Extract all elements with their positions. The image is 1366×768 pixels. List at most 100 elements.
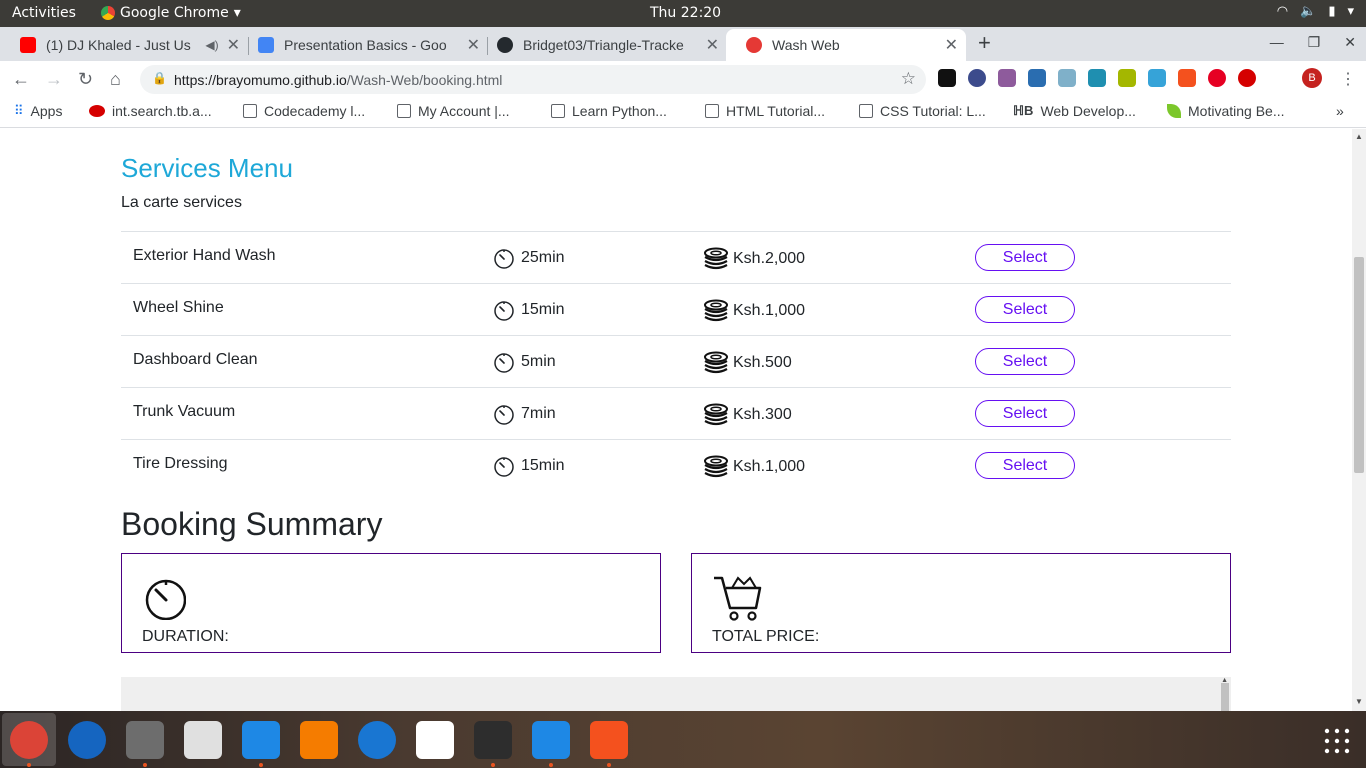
service-duration: 25min (493, 247, 565, 269)
rhythmbox-icon[interactable] (184, 721, 222, 759)
ubuntu-dock (0, 711, 1366, 768)
close-window-icon[interactable]: ✕ (1344, 34, 1356, 51)
bookmarks-overflow-icon[interactable]: » (1336, 103, 1344, 119)
tab-title: Wash Web (772, 37, 840, 53)
page-icon (551, 104, 565, 118)
tab-wash-web[interactable]: Wash Web ✕ (726, 29, 966, 61)
bookmark-item[interactable]: CSS Tutorial: L... (859, 103, 986, 119)
chrome-icon[interactable] (10, 721, 48, 759)
app-menu[interactable]: Google Chrome ▾ (101, 5, 241, 21)
back-icon[interactable]: ← (12, 69, 30, 90)
extension-icon[interactable] (1058, 69, 1076, 87)
system-tray[interactable]: ◠ 🔈 ▮ ▾ (1277, 4, 1354, 19)
tab-presentation[interactable]: Presentation Basics - Goo ✕ (238, 29, 488, 61)
select-button[interactable]: Select (975, 296, 1075, 323)
extension-icon[interactable] (1238, 69, 1256, 87)
tab-youtube[interactable]: (1) DJ Khaled - Just Us ◀) ✕ (0, 29, 248, 61)
service-duration: 5min (493, 351, 556, 373)
extension-icon[interactable] (968, 69, 986, 87)
close-icon[interactable]: ✕ (706, 35, 719, 55)
stopwatch-icon (145, 579, 186, 620)
extension-icon[interactable] (1028, 69, 1046, 87)
files-icon[interactable] (126, 721, 164, 759)
clock[interactable]: Thu 22:20 (650, 5, 721, 21)
select-button[interactable]: Select (975, 348, 1075, 375)
coins-icon (704, 351, 728, 374)
page-scrollbar[interactable]: ▲ ▼ (1352, 129, 1366, 711)
extension-icon[interactable] (1088, 69, 1106, 87)
bookmark-item[interactable]: My Account |... (397, 103, 510, 119)
select-button[interactable]: Select (975, 452, 1075, 479)
app-name: Google Chrome (120, 5, 229, 21)
scroll-down-icon[interactable]: ▼ (1355, 697, 1363, 706)
amazon-icon[interactable] (416, 721, 454, 759)
select-button[interactable]: Select (975, 400, 1075, 427)
tab-strip: (1) DJ Khaled - Just Us ◀) ✕ Presentatio… (0, 27, 1366, 61)
speaker-icon: ◀) (205, 38, 219, 52)
total-price-label: TOTAL PRICE: (712, 628, 820, 645)
new-tab-button[interactable]: + (978, 30, 991, 56)
running-indicator (143, 763, 147, 767)
tab-title: Bridget03/Triangle-Tracke (523, 37, 684, 53)
running-indicator (549, 763, 553, 767)
minimize-icon[interactable]: — (1270, 34, 1284, 51)
service-price: Ksh.2,000 (703, 247, 805, 271)
address-bar[interactable]: 🔒 https://brayomumo.github.io/Wash-Web/b… (140, 65, 926, 94)
total-price-box: TOTAL PRICE: (691, 553, 1231, 653)
help-icon[interactable] (358, 721, 396, 759)
scroll-up-icon[interactable]: ▲ (1355, 132, 1363, 141)
youtube-icon (20, 37, 36, 53)
reload-icon[interactable]: ↻ (78, 69, 93, 90)
services-table: Exterior Hand Wash 25min Ksh.2,000 Selec… (121, 231, 1231, 491)
extension-icon[interactable] (938, 69, 956, 87)
extension-icon[interactable] (1148, 69, 1166, 87)
show-applications-icon[interactable] (1324, 728, 1350, 754)
extension-icon[interactable] (998, 69, 1016, 87)
service-row: Trunk Vacuum 7min Ksh.300 Select (121, 387, 1231, 439)
ask-icon (89, 105, 105, 117)
bookmark-item[interactable]: int.search.tb.a... (89, 103, 212, 119)
service-duration: 15min (493, 299, 565, 321)
bookmark-item[interactable]: Learn Python... (551, 103, 667, 119)
forward-icon[interactable]: → (45, 69, 63, 90)
bookmark-item[interactable]: Codecademy l... (243, 103, 365, 119)
frame-scrollbar[interactable] (1221, 683, 1229, 711)
duration-value: 7min (521, 405, 556, 422)
writer-icon[interactable] (242, 721, 280, 759)
bookmark-item[interactable]: Motivating Be... (1167, 103, 1285, 119)
home-icon[interactable]: ⌂ (110, 69, 121, 90)
more-menu-icon[interactable]: ⋮ (1340, 69, 1356, 89)
service-name: Tire Dressing (133, 455, 228, 472)
timer-icon (494, 301, 514, 321)
bookmark-item[interactable]: HTML Tutorial... (705, 103, 825, 119)
bookmark-item[interactable]: ℍB Web Develop... (1013, 103, 1136, 119)
software-icon[interactable] (300, 721, 338, 759)
bookmark-star-icon[interactable]: ☆ (901, 69, 916, 89)
thunderbird-icon[interactable] (68, 721, 106, 759)
coins-icon (704, 299, 728, 322)
duration-value: 25min (521, 249, 565, 266)
tab-title: (1) DJ Khaled - Just Us (46, 37, 191, 53)
restore-icon[interactable]: ❐ (1308, 34, 1321, 51)
duration-value: 15min (521, 301, 565, 318)
terminal-icon[interactable] (474, 721, 512, 759)
running-indicator (491, 763, 495, 767)
service-row: Exterior Hand Wash 25min Ksh.2,000 Selec… (121, 231, 1231, 283)
select-button[interactable]: Select (975, 244, 1075, 271)
pinterest-icon[interactable] (1208, 69, 1226, 87)
bookmark-apps[interactable]: ⠿ Apps (14, 103, 62, 119)
battery-icon: ▮ (1328, 4, 1336, 19)
service-price: Ksh.1,000 (703, 455, 805, 479)
vscode-icon[interactable] (532, 721, 570, 759)
close-icon[interactable]: ✕ (945, 35, 958, 55)
extension-icon[interactable] (1178, 69, 1196, 87)
docs-icon (258, 37, 274, 53)
embedded-frame[interactable]: ▲ (121, 677, 1231, 711)
avatar[interactable]: B (1302, 68, 1322, 88)
activities-button[interactable]: Activities (12, 5, 76, 21)
extension-icon[interactable] (1118, 69, 1136, 87)
tab-github[interactable]: Bridget03/Triangle-Tracke ✕ (477, 29, 727, 61)
url-path: /Wash-Web/booking.html (346, 71, 503, 88)
scrollbar-thumb[interactable] (1354, 257, 1364, 473)
impress-icon[interactable] (590, 721, 628, 759)
